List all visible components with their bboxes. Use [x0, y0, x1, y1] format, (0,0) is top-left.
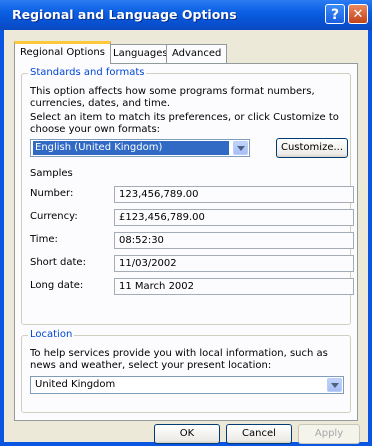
tab-advanced[interactable]: Advanced: [166, 44, 228, 63]
sample-value-long-date: 11 March 2002: [114, 278, 354, 295]
apply-button: Apply: [298, 424, 360, 444]
sample-label-time: Time:: [30, 234, 58, 245]
format-select-value: English (United Kingdom): [33, 141, 229, 155]
dialog-body: Regional Options Languages Advanced Stan…: [4, 30, 368, 444]
sample-label-currency: Currency:: [30, 211, 78, 222]
location-select-value: United Kingdom: [35, 379, 116, 390]
chevron-down-icon[interactable]: [233, 141, 248, 155]
help-icon[interactable]: ?: [325, 4, 345, 24]
location-select[interactable]: United Kingdom: [30, 376, 344, 394]
window-title: Regional and Language Options: [12, 7, 237, 22]
tab-languages[interactable]: Languages: [107, 44, 174, 63]
standards-legend: Standards and formats: [28, 67, 147, 78]
select-prompt: Select an item to match its preferences,…: [30, 112, 339, 135]
tab-regional-options[interactable]: Regional Options: [14, 41, 111, 64]
location-legend: Location: [28, 329, 75, 340]
customize-button[interactable]: Customize...: [276, 138, 348, 158]
sample-value-number: 123,456,789.00: [114, 186, 354, 203]
sample-label-long-date: Long date:: [30, 280, 84, 291]
standards-description: This option affects how some programs fo…: [30, 86, 315, 109]
tab-panel: Standards and formats This option affect…: [14, 63, 358, 421]
format-select[interactable]: English (United Kingdom): [30, 139, 250, 157]
location-description: To help services provide you with local …: [30, 348, 328, 371]
standards-group: Standards and formats This option affect…: [21, 67, 354, 325]
sample-value-currency: £123,456,789.00: [114, 209, 354, 226]
ok-button[interactable]: OK: [154, 424, 220, 444]
dialog-window: Regional and Language Options ? ✕ Region…: [0, 0, 372, 446]
close-icon[interactable]: ✕: [348, 4, 368, 24]
sample-value-time: 08:52:30: [114, 232, 354, 249]
chevron-down-icon[interactable]: [327, 378, 342, 392]
samples-heading: Samples: [30, 168, 73, 179]
cancel-button[interactable]: Cancel: [226, 424, 292, 444]
sample-label-short-date: Short date:: [30, 257, 86, 268]
title-bar[interactable]: Regional and Language Options ? ✕: [0, 0, 372, 30]
location-group: Location To help services provide you wi…: [21, 329, 351, 413]
sample-value-short-date: 11/03/2002: [114, 255, 354, 272]
sample-label-number: Number:: [30, 188, 74, 199]
